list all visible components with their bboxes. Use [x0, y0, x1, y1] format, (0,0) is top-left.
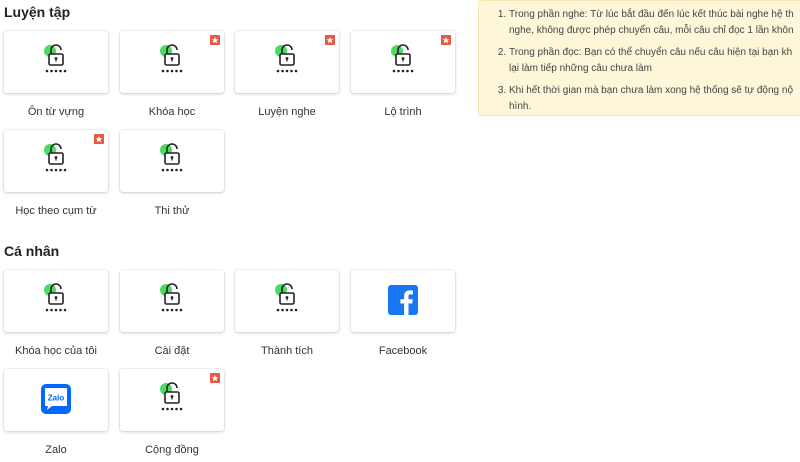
zalo-icon: Zalo [41, 384, 71, 414]
tile-khoa-hoc-cua-toi[interactable]: Khóa học của tôi [4, 270, 108, 357]
lock-icon [160, 44, 183, 73]
tile-card[interactable] [4, 130, 108, 192]
notice-item: Trong phần đọc: Bạn có thể chuyển câu nế… [509, 45, 800, 77]
tile-card[interactable] [4, 270, 108, 332]
premium-badge-icon [210, 35, 220, 45]
tile-card[interactable] [351, 270, 455, 332]
zalo-icon-text: Zalo [48, 394, 65, 403]
tile-cai-dat[interactable]: Cài đặt [120, 270, 224, 357]
lock-icon [391, 44, 414, 73]
tile-label: Học theo cụm từ [15, 205, 97, 217]
notice-item-line: Trong phần đọc: Bạn có thể chuyển câu nế… [509, 47, 793, 58]
section-title-practice: Luyện tập [4, 4, 71, 20]
lock-icon [44, 44, 67, 73]
notice-list: Trong phần nghe: Từ lúc bắt đầu đến lúc … [479, 1, 800, 115]
tile-thanh-tich[interactable]: Thành tích [235, 270, 339, 357]
notice-item: Trong phần nghe: Từ lúc bắt đầu đến lúc … [509, 7, 800, 39]
tile-label: Cài đặt [154, 345, 190, 357]
tile-label: Luyện nghe [258, 106, 316, 118]
tile-card[interactable] [351, 31, 455, 93]
tile-thi-thu[interactable]: Thi thử [120, 130, 224, 217]
section-title-personal: Cá nhân [4, 243, 60, 259]
tile-card[interactable] [235, 31, 339, 93]
lock-icon [160, 143, 183, 172]
lock-icon [160, 382, 183, 411]
premium-badge-icon [325, 35, 335, 45]
notice-item-line: lại làm tiếp những câu chưa làm [509, 63, 652, 74]
tile-label: Thi thử [154, 205, 190, 217]
page: Luyện tập Ôn từ vựng Khóa học Luyện nghe [0, 0, 800, 462]
tile-card[interactable] [4, 31, 108, 93]
tile-label: Khóa học [148, 106, 196, 118]
lock-icon [275, 283, 298, 312]
tile-label: Ôn từ vựng [27, 106, 85, 118]
tile-card[interactable] [120, 31, 224, 93]
tile-card[interactable] [235, 270, 339, 332]
facebook-icon [388, 285, 418, 315]
tile-hoc-theo-cum-tu[interactable]: Học theo cụm từ [4, 130, 108, 217]
tile-card[interactable]: Zalo [4, 369, 108, 431]
lock-icon [160, 283, 183, 312]
tile-label: Thành tích [261, 345, 313, 357]
notice-item: Khi hết thời gian mà bạn chưa làm xong h… [509, 83, 800, 115]
tile-label: Cộng đồng [145, 444, 199, 456]
tile-luyen-nghe[interactable]: Luyện nghe [235, 31, 339, 118]
tile-facebook[interactable]: Facebook [351, 270, 455, 357]
tile-cong-dong[interactable]: Cộng đồng [120, 369, 224, 456]
premium-badge-icon [94, 134, 104, 144]
tile-label: Facebook [378, 345, 428, 357]
lock-icon [44, 283, 67, 312]
notice-item-line: Khi hết thời gian mà bạn chưa làm xong h… [509, 85, 794, 96]
notice-item-line: Trong phần nghe: Từ lúc bắt đầu đến lúc … [509, 9, 794, 20]
tile-lo-trinh[interactable]: Lộ trình [351, 31, 455, 118]
tile-card[interactable] [120, 369, 224, 431]
premium-badge-icon [210, 373, 220, 383]
tile-on-tu-vung[interactable]: Ôn từ vựng [4, 31, 108, 118]
tile-zalo[interactable]: Zalo Zalo [4, 369, 108, 456]
lock-icon [44, 143, 67, 172]
tile-label: Zalo [45, 444, 67, 456]
tile-label: Khóa học của tôi [15, 345, 97, 357]
tile-card[interactable] [120, 130, 224, 192]
premium-badge-icon [441, 35, 451, 45]
tile-label: Lộ trình [384, 106, 422, 118]
notice-item-line: hình. [509, 101, 532, 112]
notice-item-line: nghe, không được phép chuyển câu, mỗi câ… [509, 25, 794, 36]
exam-notice: Trong phần nghe: Từ lúc bắt đầu đến lúc … [478, 0, 800, 116]
tile-khoa-hoc[interactable]: Khóa học [120, 31, 224, 118]
lock-icon [275, 44, 298, 73]
tile-card[interactable] [120, 270, 224, 332]
